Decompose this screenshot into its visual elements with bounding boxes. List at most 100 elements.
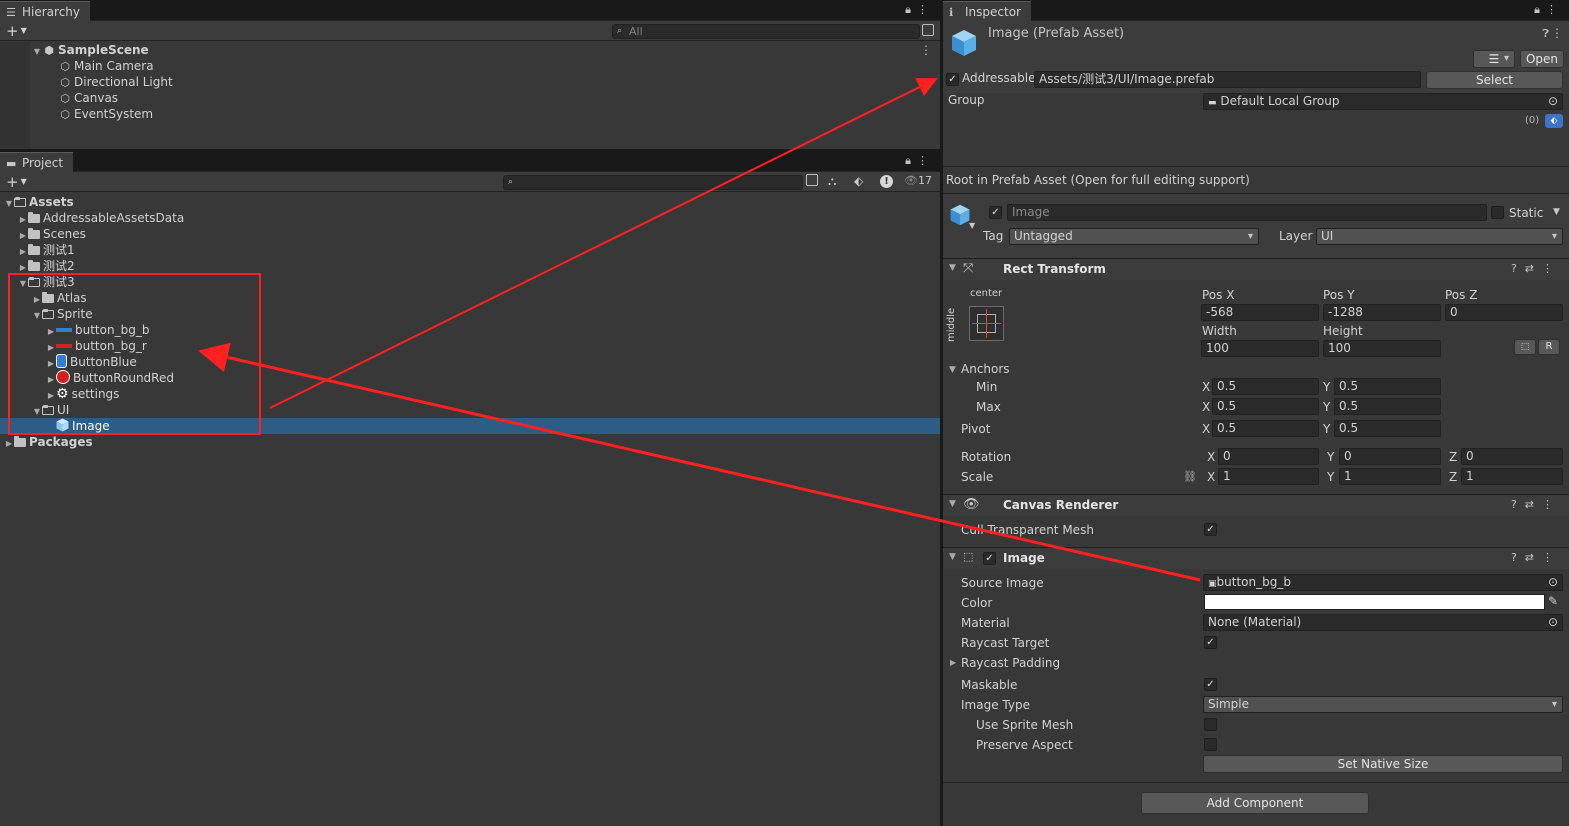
component-tools[interactable]: ?⇄⋮ bbox=[1511, 551, 1561, 564]
tab-project[interactable]: ▬ Project bbox=[0, 152, 74, 172]
hierarchy-search-input[interactable]: ⌕ All bbox=[612, 24, 920, 39]
raycast-padding-fold-icon[interactable]: ▶ bbox=[950, 658, 956, 667]
lock-icon[interactable]: 🔒︎ bbox=[905, 3, 917, 16]
select-button[interactable]: Select bbox=[1426, 71, 1563, 89]
fold-arrow-icon[interactable]: ▼ bbox=[949, 552, 956, 562]
create-button[interactable]: + ▼ bbox=[6, 22, 27, 40]
create-button[interactable]: + ▼ bbox=[6, 173, 27, 191]
object-picker-icon[interactable]: ⊙ bbox=[1548, 575, 1558, 590]
min-x-field[interactable]: 0.5 bbox=[1212, 378, 1319, 395]
constrain-proportions-icon[interactable]: ⛓︎ bbox=[1183, 470, 1197, 483]
preset-icon[interactable]: ⇄ bbox=[1525, 498, 1542, 511]
layout-dropdown-button[interactable]: ☰ bbox=[1473, 50, 1515, 68]
help-icon[interactable]: ❓︎ bbox=[1542, 27, 1549, 41]
anchor-preset-button[interactable] bbox=[969, 306, 1004, 341]
pos-z-field[interactable]: 0 bbox=[1445, 304, 1563, 321]
max-x-field[interactable]: 0.5 bbox=[1212, 398, 1319, 415]
tag-icon[interactable]: ⬖ bbox=[854, 174, 863, 188]
project-item-1[interactable]: ▶ AddressableAssetsData bbox=[0, 210, 940, 226]
raw-edit-button[interactable]: R bbox=[1538, 339, 1560, 355]
layer-dropdown[interactable]: UI bbox=[1316, 228, 1563, 245]
hierarchy-tab-tools[interactable]: 🔒︎⋮ bbox=[905, 3, 934, 17]
canvas-renderer-header[interactable]: ▼ 👁︎ Canvas Renderer ?⇄⋮ bbox=[943, 494, 1569, 516]
rot-x-field[interactable]: 0 bbox=[1218, 448, 1319, 465]
rect-transform-header[interactable]: ▼ ⤧ Rect Transform ?⇄⋮ bbox=[943, 258, 1569, 280]
more-icon[interactable]: ⋮ bbox=[1542, 262, 1561, 275]
preserve-aspect-checkbox[interactable] bbox=[1204, 738, 1217, 751]
project-search-input[interactable]: ⌕ bbox=[503, 175, 803, 190]
open-prefab-button[interactable]: Open bbox=[1520, 50, 1564, 68]
scene-row[interactable]: ▼ ⬢ SampleScene ⋮ bbox=[0, 42, 940, 58]
project-item-3[interactable]: ▶ 测试1 bbox=[0, 242, 940, 258]
project-tab-tools[interactable]: 🔒︎⋮ bbox=[905, 154, 934, 168]
hidden-packages-icon[interactable]: 👁︎17 bbox=[904, 174, 932, 187]
width-field[interactable]: 100 bbox=[1201, 340, 1319, 357]
pivot-x-field[interactable]: 0.5 bbox=[1212, 420, 1319, 437]
pos-y-field[interactable]: -1288 bbox=[1323, 304, 1441, 321]
more-icon[interactable]: ⋮ bbox=[1546, 3, 1563, 16]
color-swatch[interactable] bbox=[1204, 594, 1545, 610]
blueprint-mode-button[interactable]: ⬚ bbox=[1514, 339, 1536, 355]
min-y-field[interactable]: 0.5 bbox=[1334, 378, 1441, 395]
warning-icon[interactable]: ! bbox=[880, 175, 893, 188]
preset-icon[interactable]: ⇄ bbox=[1525, 551, 1542, 564]
project-item-15[interactable]: ▶ Packages bbox=[0, 434, 940, 450]
label-tag-icon[interactable]: ⬖ bbox=[1545, 114, 1563, 128]
more-icon[interactable]: ⋮ bbox=[1542, 498, 1561, 511]
hierarchy-item-canvas[interactable]: ⬡ Canvas bbox=[0, 90, 940, 106]
active-checkbox[interactable]: ✓ bbox=[989, 206, 1002, 219]
cull-transparent-mesh-checkbox[interactable]: ✓ bbox=[1204, 523, 1217, 536]
inspector-tab-tools[interactable]: 🔒︎⋮ bbox=[1534, 3, 1563, 17]
scale-y-field[interactable]: 1 bbox=[1339, 468, 1441, 485]
image-component-header[interactable]: ▼ ⬚ ✓ Image ?⇄⋮ bbox=[943, 547, 1569, 569]
help-icon[interactable]: ? bbox=[1511, 498, 1525, 511]
filter-type-icon[interactable]: ⛬ bbox=[828, 174, 836, 189]
lock-icon[interactable]: 🔒︎ bbox=[905, 154, 917, 167]
maskable-checkbox[interactable]: ✓ bbox=[1204, 678, 1217, 691]
search-by-type-icon[interactable] bbox=[806, 174, 818, 186]
height-field[interactable]: 100 bbox=[1323, 340, 1441, 357]
raycast-target-checkbox[interactable]: ✓ bbox=[1204, 636, 1217, 649]
addressable-checkbox[interactable]: ✓ bbox=[946, 73, 959, 86]
pivot-y-field[interactable]: 0.5 bbox=[1334, 420, 1441, 437]
use-sprite-mesh-checkbox[interactable] bbox=[1204, 718, 1217, 731]
more-icon[interactable]: ⋮ bbox=[1551, 26, 1563, 40]
set-native-size-button[interactable]: Set Native Size bbox=[1203, 755, 1563, 773]
tag-dropdown[interactable]: Untagged bbox=[1009, 228, 1259, 245]
scale-z-field[interactable]: 1 bbox=[1461, 468, 1563, 485]
scene-visibility-icon[interactable] bbox=[922, 24, 934, 36]
hierarchy-item-main-camera[interactable]: ⬡ Main Camera bbox=[0, 58, 940, 74]
scale-x-field[interactable]: 1 bbox=[1218, 468, 1319, 485]
component-tools[interactable]: ?⇄⋮ bbox=[1511, 262, 1561, 275]
expand-arrow-icon[interactable]: ▶ bbox=[4, 436, 14, 452]
chevron-down-icon[interactable]: ▼ bbox=[969, 221, 975, 230]
add-component-button[interactable]: Add Component bbox=[1141, 792, 1369, 814]
help-icon[interactable]: ? bbox=[1511, 551, 1525, 564]
static-dropdown-icon[interactable]: ▼ bbox=[1553, 207, 1560, 217]
hierarchy-item-eventsystem[interactable]: ⬡ EventSystem bbox=[0, 106, 940, 122]
project-item-4[interactable]: ▶ 测试2 bbox=[0, 258, 940, 274]
more-icon[interactable]: ⋮ bbox=[1542, 551, 1561, 564]
pos-x-field[interactable]: -568 bbox=[1201, 304, 1319, 321]
addressable-path-field[interactable]: Assets/测试3/UI/Image.prefab bbox=[1034, 71, 1421, 88]
tab-hierarchy[interactable]: ☰ Hierarchy bbox=[0, 1, 91, 21]
more-icon[interactable]: ⋮ bbox=[917, 3, 934, 16]
lock-icon[interactable]: 🔒︎ bbox=[1534, 3, 1546, 16]
object-picker-icon[interactable]: ⊙ bbox=[1548, 94, 1558, 109]
object-name-field[interactable]: Image bbox=[1007, 204, 1487, 221]
rot-y-field[interactable]: 0 bbox=[1339, 448, 1441, 465]
max-y-field[interactable]: 0.5 bbox=[1334, 398, 1441, 415]
preset-icon[interactable]: ⇄ bbox=[1525, 262, 1542, 275]
object-picker-icon[interactable]: ⊙ bbox=[1548, 615, 1558, 630]
project-item-0[interactable]: ▼ Assets bbox=[0, 194, 940, 210]
source-image-field[interactable]: ▣button_bg_b ⊙ bbox=[1203, 574, 1563, 591]
help-icon[interactable]: ? bbox=[1511, 262, 1525, 275]
anchors-fold-icon[interactable]: ▼ bbox=[949, 365, 956, 375]
component-tools[interactable]: ?⇄⋮ bbox=[1511, 498, 1561, 511]
fold-arrow-icon[interactable]: ▼ bbox=[949, 499, 956, 509]
rot-z-field[interactable]: 0 bbox=[1461, 448, 1563, 465]
project-item-2[interactable]: ▶ Scenes bbox=[0, 226, 940, 242]
more-icon[interactable]: ⋮ bbox=[917, 154, 934, 167]
tab-inspector[interactable]: ℹ Inspector bbox=[943, 1, 1031, 21]
fold-arrow-icon[interactable]: ▼ bbox=[949, 263, 956, 273]
